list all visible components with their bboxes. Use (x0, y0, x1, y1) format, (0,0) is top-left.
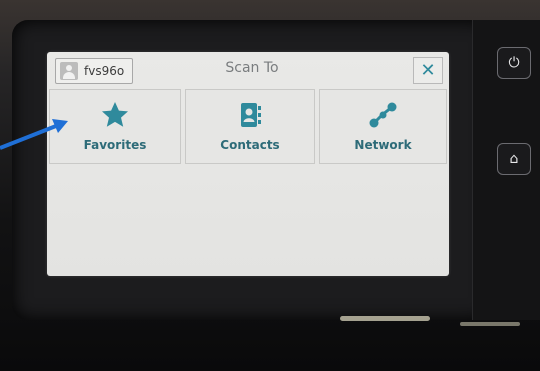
home-icon: ⌂ (509, 151, 519, 167)
title-bar: fvs96o Scan To ✕ (47, 52, 449, 86)
light-reflection (340, 316, 430, 321)
user-avatar-icon (60, 62, 78, 80)
page-title: Scan To (225, 60, 279, 76)
tile-label-network: Network (354, 138, 412, 152)
light-reflection (460, 322, 520, 326)
tile-network[interactable]: Network (319, 89, 447, 164)
close-button[interactable]: ✕ (413, 57, 443, 84)
user-button[interactable]: fvs96o (55, 58, 134, 84)
user-name: fvs96o (84, 64, 125, 78)
power-icon: ⏻ (508, 55, 520, 71)
network-nodes-icon (366, 98, 400, 132)
home-button[interactable]: ⌂ (497, 143, 531, 175)
power-button[interactable]: ⏻ (497, 47, 531, 79)
scan-destination-tiles: Favorites Contacts Network (49, 89, 447, 164)
photo-frame: ⏻ ⌂ fvs96o Scan To ✕ Favorites Contacts … (0, 0, 540, 371)
annotation-arrow-icon (0, 119, 68, 150)
touch-screen: fvs96o Scan To ✕ Favorites Contacts Netw… (47, 52, 449, 276)
close-icon: ✕ (420, 60, 436, 81)
address-book-icon (233, 98, 267, 132)
star-icon (98, 98, 132, 132)
tile-label-favorites: Favorites (83, 138, 147, 152)
tile-label-contacts: Contacts (220, 138, 280, 152)
tile-contacts[interactable]: Contacts (185, 89, 315, 164)
